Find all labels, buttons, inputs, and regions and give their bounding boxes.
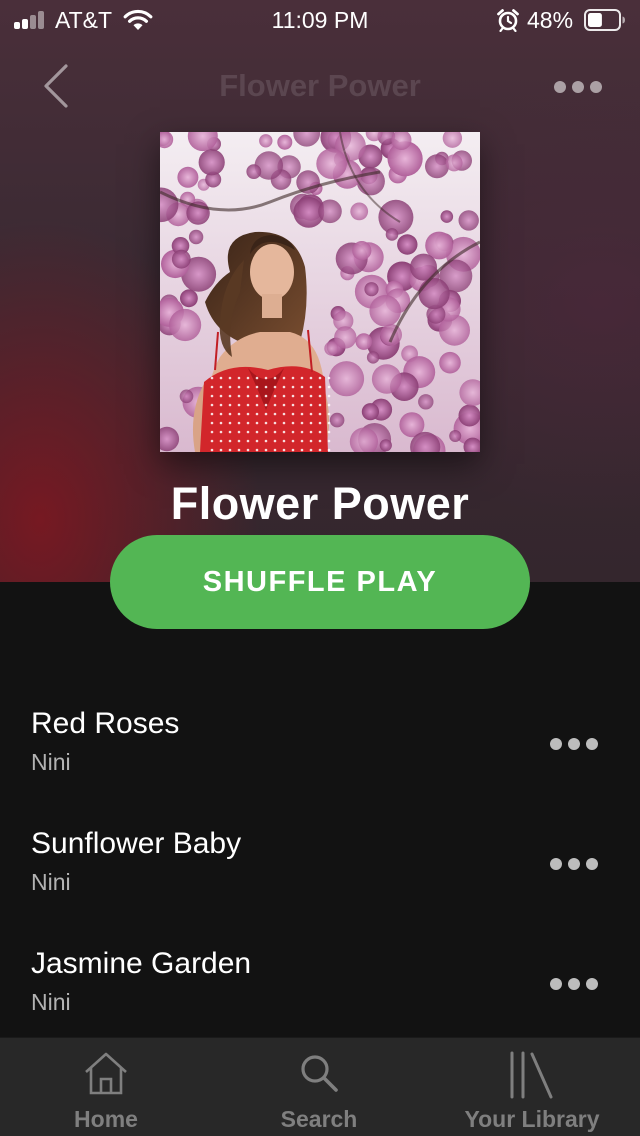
track-row[interactable]: Jasmine Garden Nini xyxy=(0,947,640,1047)
track-title: Sunflower Baby xyxy=(31,827,242,860)
battery-icon xyxy=(584,9,626,31)
more-horizontal-icon xyxy=(544,969,604,999)
more-horizontal-icon xyxy=(544,729,604,759)
home-icon xyxy=(85,1052,127,1095)
track-artist: Nini xyxy=(31,749,71,775)
tab-your-library[interactable]: Your Library xyxy=(450,1038,614,1136)
tab-label: Home xyxy=(74,1106,138,1132)
status-bar: AT&T 11:09 PM 48% xyxy=(0,0,640,40)
alarm-icon xyxy=(496,8,520,33)
playlist-title: Flower Power xyxy=(170,478,470,529)
track-artist: Nini xyxy=(31,869,71,895)
tab-home[interactable]: Home xyxy=(36,1038,176,1136)
track-row[interactable]: Sunflower Baby Nini xyxy=(0,827,640,927)
track-more-button[interactable] xyxy=(544,729,604,759)
tab-label: Search xyxy=(280,1106,358,1132)
playlist-screen: AT&T 11:09 PM 48% Flower Power Flower Po… xyxy=(0,0,640,1136)
tab-bar: Home Search Your Library xyxy=(0,1037,640,1136)
library-icon xyxy=(510,1051,553,1099)
tab-search[interactable]: Search xyxy=(249,1038,389,1136)
track-title: Red Roses xyxy=(31,707,180,740)
track-more-button[interactable] xyxy=(544,849,604,879)
track-more-button[interactable] xyxy=(544,969,604,999)
battery-percent: 48% xyxy=(527,7,574,33)
search-icon xyxy=(301,1055,338,1092)
back-button[interactable] xyxy=(36,62,80,110)
tab-label: Your Library xyxy=(464,1106,600,1132)
shuffle-play-button[interactable]: SHUFFLE PLAY xyxy=(110,535,530,629)
track-row[interactable]: Red Roses Nini xyxy=(0,707,640,807)
more-horizontal-icon xyxy=(548,72,608,102)
chevron-left-icon xyxy=(44,64,68,108)
track-artist: Nini xyxy=(31,989,71,1015)
nav-title: Flower Power xyxy=(219,68,421,103)
playlist-cover-image xyxy=(160,132,480,452)
more-horizontal-icon xyxy=(544,849,604,879)
track-title: Jasmine Garden xyxy=(31,947,252,980)
more-options-button[interactable] xyxy=(548,72,608,102)
